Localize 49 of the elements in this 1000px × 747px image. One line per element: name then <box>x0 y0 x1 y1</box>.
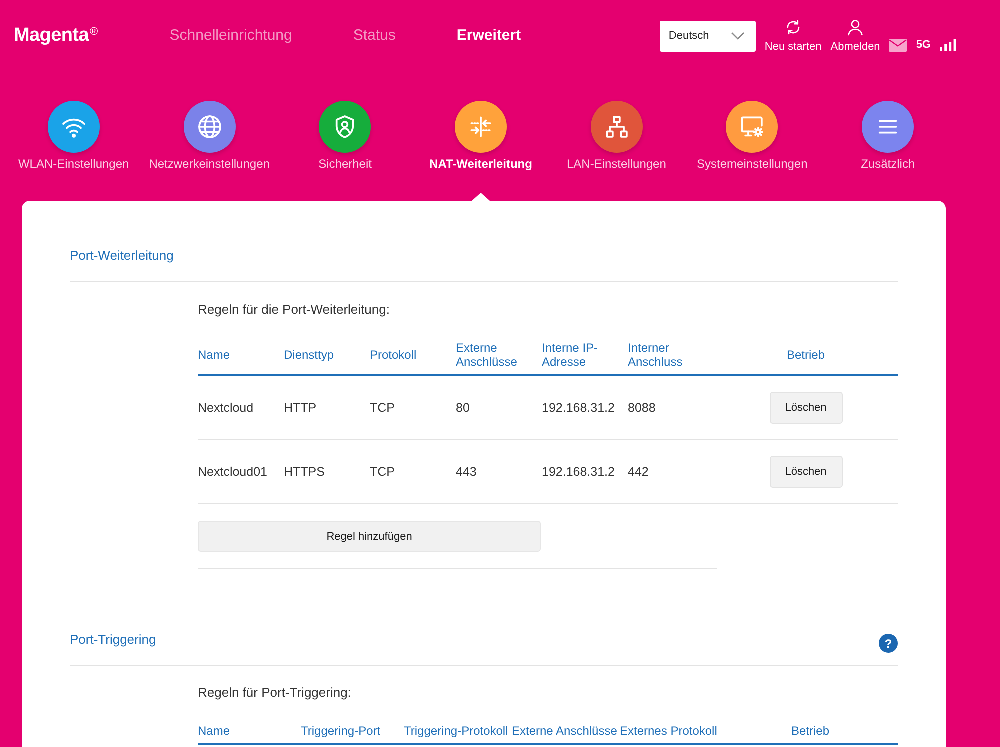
section-title: Port-Triggering <box>70 631 156 649</box>
logo: Magenta$^{®}$ <box>14 25 98 47</box>
table-cell: 443 <box>456 464 477 478</box>
category-tab[interactable]: Systemeinstellungen <box>697 101 808 171</box>
network-type-label: 5G <box>916 38 931 52</box>
column-header: Externes Protokoll <box>620 724 718 738</box>
column-header: Protokoll <box>370 348 417 362</box>
delete-button[interactable]: Löschen <box>770 456 842 488</box>
column-header: Interner Anschluss <box>628 341 684 369</box>
logout-button[interactable]: Abmelden <box>830 18 880 54</box>
table-cell: Nextcloud <box>198 400 254 414</box>
rules-label: Regeln für Port-Triggering: <box>198 684 352 702</box>
table-cell: HTTP <box>284 400 317 414</box>
category-tab[interactable]: LAN-Einstellungen <box>567 101 666 171</box>
column-header: Externe Anschlüsse <box>456 341 518 369</box>
column-header: Name <box>198 348 230 362</box>
category-tab[interactable]: Zusätzlich <box>861 101 916 171</box>
signal-icon <box>940 39 957 51</box>
section-title: Port-Weiterleitung <box>70 247 174 265</box>
category-tab[interactable]: Netzwerkeinstellungen <box>149 101 270 171</box>
table-cell: 442 <box>628 464 649 478</box>
mail-icon[interactable] <box>889 38 908 52</box>
restart-button[interactable]: Neu starten <box>764 18 822 54</box>
category-tab[interactable]: Sicherheit <box>318 101 372 171</box>
table-cell: 192.168.31.2 <box>542 464 615 478</box>
help-button[interactable]: ? <box>879 634 898 653</box>
column-header: Triggering-Port <box>301 724 381 738</box>
column-header: Betrieb <box>791 724 830 738</box>
add-rule-button[interactable]: Regel hinzufügen <box>198 521 541 552</box>
chevron-down-icon <box>730 32 745 40</box>
column-header: Name <box>198 724 230 738</box>
table-cell: HTTPS <box>284 464 325 478</box>
column-header: Interne IP-Adresse <box>542 341 600 369</box>
language-select[interactable]: Deutsch <box>660 20 756 52</box>
column-header: Triggering-Protokoll <box>404 724 508 738</box>
delete-button[interactable]: Löschen <box>770 392 842 424</box>
category-tab[interactable]: WLAN-Einstellungen <box>18 101 130 171</box>
column-header: Betrieb <box>786 348 826 362</box>
rules-label: Regeln für die Port-Weiterleitung: <box>198 301 391 319</box>
table-cell: 8088 <box>628 400 656 414</box>
column-header: Diensttyp <box>284 348 334 362</box>
table-cell: Nextcloud01 <box>198 464 268 478</box>
column-header: Externe Anschlüsse <box>512 724 618 738</box>
table-cell: TCP <box>370 464 395 478</box>
table-cell: 80 <box>456 400 470 414</box>
table-cell: TCP <box>370 400 395 414</box>
table-cell: 192.168.31.2 <box>542 400 615 414</box>
user-icon <box>846 18 866 37</box>
nav-tab[interactable]: Erweitert <box>456 27 522 45</box>
